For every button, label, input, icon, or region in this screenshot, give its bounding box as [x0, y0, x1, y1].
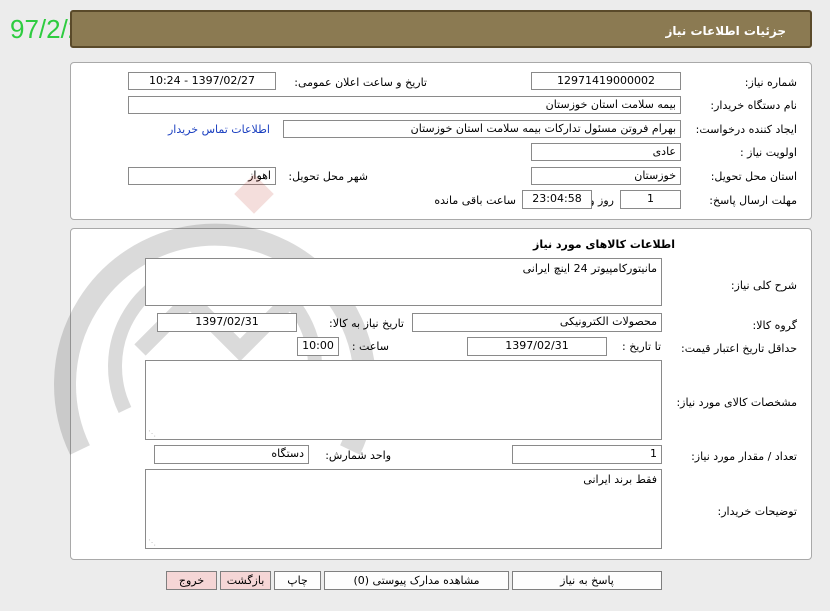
goods-section-title: اطلاعات کالاهای مورد نیاز	[533, 238, 675, 251]
until-date-label: تا تاریخ :	[622, 340, 661, 353]
need-number-field: 12971419000002	[531, 72, 681, 90]
resize-grip-icon[interactable]: ⋰	[148, 538, 156, 547]
deadline-suffix: ساعت باقی مانده	[434, 194, 516, 207]
notes-textarea[interactable]: فقط برند ایرانی ⋰	[145, 469, 662, 549]
back-button[interactable]: بازگشت	[220, 571, 271, 590]
desc-text: مانیتورکامپیوتر 24 اینچ ایرانی	[522, 262, 657, 275]
min-validity-label: حداقل تاریخ اعتبار قیمت:	[681, 342, 797, 355]
need-date-label: تاریخ نیاز به کالا:	[329, 317, 404, 330]
requester-field: بهرام فروتن مسئول تدارکات بیمه سلامت است…	[283, 120, 681, 138]
print-button[interactable]: چاپ	[274, 571, 321, 590]
time-field: 10:00	[297, 337, 339, 356]
announce-label: تاریخ و ساعت اعلان عمومی:	[294, 76, 427, 89]
reply-button[interactable]: پاسخ به نیاز	[512, 571, 662, 590]
qty-field: 1	[512, 445, 662, 464]
priority-field: عادی	[531, 143, 681, 161]
desc-label: شرح کلی نیاز:	[730, 279, 797, 292]
notes-label: توضیحات خریدار:	[717, 505, 798, 518]
group-label: گروه کالا:	[752, 319, 797, 332]
notes-text: فقط برند ایرانی	[583, 473, 657, 486]
deadline-days-field: 1	[620, 190, 681, 209]
group-field: محصولات الکترونیکی	[412, 313, 662, 332]
specs-label: مشخصات کالای مورد نیاز:	[676, 396, 797, 409]
deadline-label: مهلت ارسال پاسخ:	[709, 194, 797, 207]
buyer-org-field: بیمه سلامت استان خوزستان	[128, 96, 681, 114]
unit-field: دستگاه	[154, 445, 309, 464]
unit-label: واحد شمارش:	[325, 449, 391, 462]
qty-label: تعداد / مقدار مورد نیاز:	[691, 450, 797, 463]
need-date-field: 1397/02/31	[157, 313, 297, 332]
deadline-time-field: 23:04:58	[522, 190, 592, 209]
specs-textarea[interactable]: ⋰	[145, 360, 662, 440]
time-label: ساعت :	[351, 340, 389, 353]
resize-grip-icon[interactable]: ⋰	[148, 429, 156, 438]
attachments-button[interactable]: مشاهده مدارک پیوستی (0)	[324, 571, 509, 590]
until-date-field: 1397/02/31	[467, 337, 607, 356]
requester-label: ایجاد کننده درخواست:	[695, 123, 797, 136]
watermark-diamond	[234, 174, 274, 214]
priority-label: اولویت نیاز :	[739, 146, 797, 159]
province-field: خوزستان	[531, 167, 681, 185]
need-number-label: شماره نیاز:	[744, 76, 797, 89]
deadline-days-unit: روز و	[589, 194, 614, 207]
announce-field: 1397/02/27 - 10:24	[128, 72, 276, 90]
page-title: جزئیات اطلاعات نیاز	[665, 24, 786, 38]
contact-buyer-link[interactable]: اطلاعات تماس خریدار	[168, 123, 270, 136]
buyer-org-label: نام دستگاه خریدار:	[710, 99, 797, 112]
exit-button[interactable]: خروج	[166, 571, 217, 590]
desc-textarea: مانیتورکامپیوتر 24 اینچ ایرانی	[145, 258, 662, 306]
province-label: استان محل تحویل:	[710, 170, 797, 183]
page-header: جزئیات اطلاعات نیاز	[70, 10, 812, 48]
